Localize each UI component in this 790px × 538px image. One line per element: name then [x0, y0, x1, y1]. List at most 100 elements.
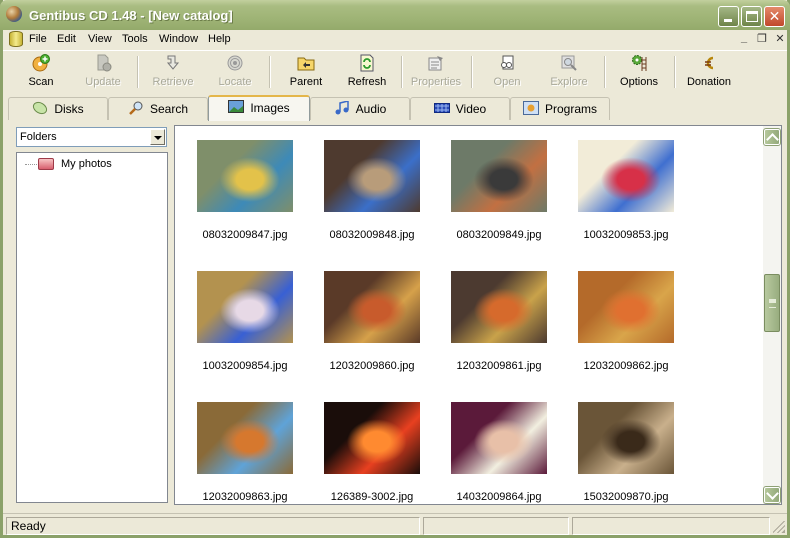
left-pane: Folders My photos	[13, 125, 169, 505]
locate-target-icon	[226, 54, 244, 72]
tab-disks[interactable]: Disks	[8, 97, 108, 120]
tab-search[interactable]: Search	[108, 97, 208, 120]
image-view: 08032009847.jpg 08032009848.jpg 0803200984…	[174, 125, 782, 505]
image-thumbnail[interactable]	[451, 402, 547, 474]
mdi-minimize-button[interactable]: _	[737, 32, 751, 44]
open-button[interactable]: Open	[489, 54, 525, 92]
chevron-down-icon[interactable]	[150, 129, 165, 145]
scan-label: Scan	[28, 76, 54, 88]
mdi-close-button[interactable]: ✕	[773, 32, 787, 45]
refresh-icon	[358, 54, 376, 72]
image-thumbnail-item[interactable]: 12032009862.jpg	[568, 257, 688, 382]
image-thumbnail[interactable]	[324, 271, 420, 343]
image-thumbnail-item[interactable]: 10032009854.jpg	[187, 257, 307, 382]
menu-tools[interactable]: Tools	[122, 33, 148, 45]
image-thumbnail-item[interactable]: 12032009860.jpg	[314, 257, 434, 382]
donation-label: Donation	[686, 76, 732, 88]
image-thumbnail[interactable]	[578, 271, 674, 343]
scroll-up-button[interactable]	[763, 128, 781, 146]
properties-button[interactable]: Properties	[409, 54, 463, 92]
image-thumbnail[interactable]	[324, 140, 420, 212]
retrieve-label: Retrieve	[152, 76, 194, 88]
close-button[interactable]: ✕	[764, 6, 785, 27]
image-thumbnail[interactable]	[197, 271, 293, 343]
tab-images-label: Images	[250, 101, 290, 115]
image-filename: 12032009862.jpg	[583, 360, 669, 372]
image-thumbnail[interactable]	[197, 140, 293, 212]
scan-button[interactable]: Scan	[21, 54, 61, 92]
image-filename: 12032009861.jpg	[456, 360, 542, 372]
menu-help[interactable]: Help	[208, 33, 231, 45]
tab-search-label: Search	[149, 102, 189, 116]
tab-audio-label: Audio	[355, 102, 387, 116]
image-thumbnail[interactable]	[324, 402, 420, 474]
image-filename: 12032009860.jpg	[329, 360, 415, 372]
scroll-down-button[interactable]	[763, 486, 781, 504]
disks-icon	[32, 100, 48, 115]
menu-window[interactable]: Window	[159, 33, 198, 45]
menu-edit[interactable]: Edit	[57, 33, 76, 45]
parent-folder-icon	[297, 54, 315, 72]
image-thumbnail[interactable]	[451, 271, 547, 343]
image-thumbnail-item[interactable]: 14032009864.jpg	[441, 388, 561, 504]
image-thumbnail-item[interactable]: 08032009849.jpg	[441, 126, 561, 251]
minimize-icon	[724, 19, 732, 22]
maximize-button[interactable]	[741, 6, 762, 27]
open-icon	[498, 54, 516, 72]
donation-button[interactable]: Donation	[685, 54, 733, 92]
resize-grip[interactable]	[773, 521, 785, 533]
status-text: Ready	[6, 517, 420, 535]
toolbar-separator	[137, 56, 139, 88]
refresh-button[interactable]: Refresh	[345, 54, 389, 92]
image-thumbnail-item[interactable]: 12032009863.jpg	[187, 388, 307, 504]
properties-icon	[427, 54, 445, 72]
explore-button[interactable]: Explore	[547, 54, 591, 92]
folder-icon	[38, 158, 54, 170]
tab-video[interactable]: Video	[410, 97, 510, 120]
menu-view[interactable]: View	[88, 33, 112, 45]
scroll-thumb[interactable]	[764, 274, 780, 332]
programs-icon	[522, 100, 539, 115]
image-thumbnail-item[interactable]: 15032009870.jpg	[568, 388, 688, 504]
menu-file[interactable]: File	[29, 33, 47, 45]
vertical-scrollbar[interactable]	[763, 126, 781, 504]
search-magnifier-icon	[128, 100, 144, 115]
window-title: Gentibus CD 1.48 - [New catalog]	[29, 8, 233, 23]
explore-icon	[560, 54, 578, 72]
image-thumbnail-item[interactable]: 126389-3002.jpg	[314, 388, 434, 504]
image-thumbnail-item[interactable]: 08032009847.jpg	[187, 126, 307, 251]
image-thumbnail-item[interactable]: 12032009861.jpg	[441, 257, 561, 382]
locate-button[interactable]: Locate	[215, 54, 255, 92]
tab-audio[interactable]: Audio	[310, 97, 410, 120]
update-label: Update	[85, 76, 121, 88]
retrieve-button[interactable]: Retrieve	[149, 54, 197, 92]
euro-icon	[700, 54, 718, 72]
tab-programs[interactable]: Programs	[510, 97, 610, 120]
maximize-icon	[746, 11, 758, 22]
minimize-button[interactable]	[718, 6, 739, 27]
status-panel-3	[572, 517, 770, 535]
folder-tree: My photos	[16, 152, 168, 503]
refresh-label: Refresh	[347, 76, 387, 88]
parent-button[interactable]: Parent	[286, 54, 326, 92]
tab-images[interactable]: Images	[208, 95, 310, 121]
image-thumbnail[interactable]	[578, 402, 674, 474]
image-thumbnail-item[interactable]: 08032009848.jpg	[314, 126, 434, 251]
options-button[interactable]: Options	[617, 54, 661, 92]
update-button[interactable]: Update	[81, 54, 125, 92]
tab-programs-label: Programs	[544, 102, 597, 116]
catalog-database-icon[interactable]	[9, 31, 23, 47]
image-thumbnail[interactable]	[197, 402, 293, 474]
view-select[interactable]: Folders	[16, 127, 167, 147]
image-thumbnail-item[interactable]: 10032009853.jpg	[568, 126, 688, 251]
image-thumbnail[interactable]	[578, 140, 674, 212]
image-thumbnail[interactable]	[451, 140, 547, 212]
parent-label: Parent	[289, 76, 323, 88]
toolbar: Scan Update Retrieve Locate Parent Refre…	[3, 50, 787, 93]
title-bar[interactable]: Gentibus CD 1.48 - [New catalog] ✕	[0, 0, 790, 30]
options-label: Options	[620, 76, 658, 88]
image-filename: 08032009849.jpg	[456, 229, 542, 241]
mdi-restore-button[interactable]: ❐	[755, 32, 769, 45]
app-logo-icon[interactable]	[6, 6, 22, 22]
options-gear-icon	[630, 54, 648, 72]
